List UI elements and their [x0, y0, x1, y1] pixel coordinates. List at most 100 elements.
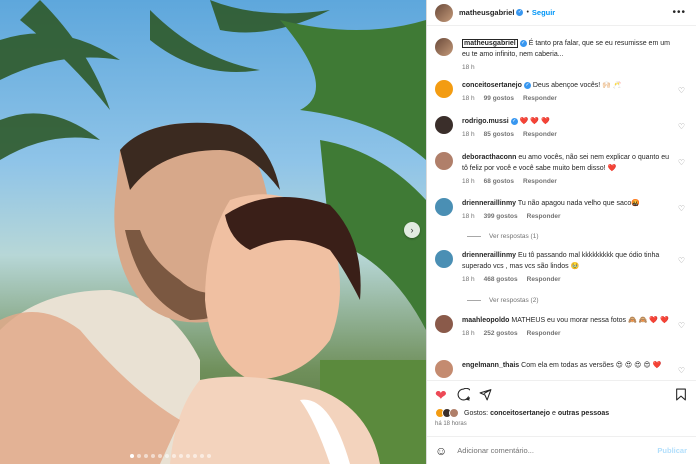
comment-likes[interactable]: 99 gostos	[484, 95, 514, 102]
comment-username[interactable]: rodrigo.mussi	[462, 118, 509, 125]
reply-button[interactable]: Responder	[527, 276, 561, 283]
likers-avatars	[435, 408, 459, 418]
comment-item: drienneraillinmy Tu não apagou nada velh…	[435, 198, 689, 220]
bookmark-icon[interactable]	[675, 388, 687, 403]
caption-time: 18 h	[462, 64, 475, 71]
verified-badge-icon: ✓	[510, 117, 518, 125]
likes-first-user[interactable]: conceitosertanejo	[490, 410, 550, 417]
caption: matheusgabriel ✓ É tanto pra falar, que s…	[435, 38, 689, 71]
comment-text: Tu não apagou nada velho que saco🤬	[517, 200, 641, 207]
comment-time: 18 h	[462, 131, 475, 138]
comment-username[interactable]: conceitosertanejo	[462, 82, 522, 89]
like-comment-heart-icon[interactable]: ♡	[678, 204, 685, 213]
like-comment-heart-icon[interactable]: ♡	[678, 321, 685, 330]
next-slide-button[interactable]: ›	[404, 222, 420, 238]
comment-text: ❤️ ❤️ ❤️	[519, 118, 550, 125]
divider	[467, 300, 481, 301]
author-username[interactable]: matheusgabriel	[459, 8, 514, 17]
publish-button[interactable]: Publicar	[657, 446, 687, 455]
carousel-dot	[158, 454, 162, 458]
view-replies-label[interactable]: Ver respostas (2)	[489, 297, 539, 304]
carousel-dot	[186, 454, 190, 458]
like-comment-heart-icon[interactable]: ♡	[678, 158, 685, 167]
like-comment-heart-icon[interactable]: ♡	[678, 86, 685, 95]
like-comment-heart-icon[interactable]: ♡	[678, 256, 685, 265]
carousel-dot	[130, 454, 134, 458]
share-icon[interactable]	[479, 388, 492, 403]
like-comment-heart-icon[interactable]: ♡	[678, 122, 685, 131]
comment-likes[interactable]: 68 gostos	[484, 178, 514, 185]
reply-button[interactable]: Responder	[527, 330, 561, 337]
comment-text: MATHEUS eu vou morar nessa fotos 🙈 🙈 ❤️ …	[511, 317, 669, 324]
comment-time: 18 h	[462, 178, 475, 185]
verified-badge-icon: ✓	[516, 9, 524, 16]
comment-item: deboracthaconn eu amo vocês, não sei nem…	[435, 152, 689, 185]
comment-username[interactable]: drienneraillinmy	[462, 200, 516, 207]
author-avatar[interactable]	[435, 3, 453, 22]
comment-username[interactable]: engelmann_thais	[462, 362, 519, 369]
comment-username[interactable]: maahleopoldo	[462, 317, 509, 324]
comment-time: 18 h	[462, 213, 475, 220]
like-comment-heart-icon[interactable]: ♡	[678, 366, 685, 375]
divider	[467, 236, 481, 237]
comment-likes[interactable]: 399 gostos	[484, 213, 518, 220]
reply-button[interactable]: Responder	[523, 131, 557, 138]
carousel-dot	[207, 454, 211, 458]
commenter-avatar[interactable]	[435, 250, 453, 268]
verified-badge-icon: ✓	[523, 81, 531, 89]
comment-item: engelmann_thais Com ela em todas as vers…	[435, 360, 689, 378]
follow-button[interactable]: Seguir	[532, 8, 555, 17]
likes-others-link[interactable]: outras pessoas	[558, 410, 609, 417]
post-time: há 18 horas	[435, 421, 467, 427]
commenter-avatar[interactable]	[435, 152, 453, 170]
heart-filled-icon[interactable]: ❤	[435, 388, 447, 402]
post-side-panel: matheusgabriel ✓ • Seguir ••• matheusgab…	[426, 0, 696, 464]
comment-composer: ☺ Adicionar comentário... Publicar	[427, 436, 696, 464]
post-actions-bar: ❤	[427, 380, 696, 410]
separator: •	[526, 9, 529, 16]
comment-likes[interactable]: 85 gostos	[484, 131, 514, 138]
commenter-avatar[interactable]	[435, 80, 453, 98]
commenter-avatar[interactable]	[435, 198, 453, 216]
comment-item: rodrigo.mussi ✓ ❤️ ❤️ ❤️ 18 h 85 gostos Res…	[435, 116, 689, 138]
comment-input[interactable]: Adicionar comentário...	[457, 446, 534, 455]
comment-text: Deus abençoe vocês! 🙌🏻 🥂	[532, 82, 622, 89]
post-photo[interactable]: ›	[0, 0, 426, 464]
view-replies-button[interactable]: Ver respostas (1)	[467, 233, 539, 240]
carousel-dot	[144, 454, 148, 458]
carousel-indicator	[130, 454, 211, 458]
comment-likes[interactable]: 468 gostos	[484, 276, 518, 283]
author-avatar[interactable]	[435, 38, 453, 56]
reply-button[interactable]: Responder	[527, 213, 561, 220]
comment-item: conceitosertanejo ✓ Deus abençoe vocês! 🙌…	[435, 80, 689, 102]
view-replies-label[interactable]: Ver respostas (1)	[489, 233, 539, 240]
likes-summary: Gostos: conceitosertanejo e outras pesso…	[435, 408, 609, 418]
reply-button[interactable]: Responder	[523, 95, 557, 102]
carousel-dot	[193, 454, 197, 458]
avatar	[449, 408, 459, 418]
view-replies-button[interactable]: Ver respostas (2)	[467, 297, 539, 304]
carousel-dot	[165, 454, 169, 458]
commenter-avatar[interactable]	[435, 116, 453, 134]
carousel-dot	[151, 454, 155, 458]
comments-list[interactable]: matheusgabriel ✓ É tanto pra falar, que s…	[427, 30, 696, 378]
emoji-icon[interactable]: ☺	[435, 444, 447, 458]
comment-username[interactable]: drienneraillinmy	[462, 252, 516, 259]
post-header: matheusgabriel ✓ • Seguir •••	[427, 0, 696, 26]
commenter-avatar[interactable]	[435, 360, 453, 378]
likes-joiner: e	[551, 409, 556, 417]
comment-time: 18 h	[462, 95, 475, 102]
caption-username[interactable]: matheusgabriel	[462, 39, 518, 48]
comment-username[interactable]: deboracthaconn	[462, 154, 516, 161]
verified-badge-icon: ✓	[519, 39, 527, 47]
comment-item: drienneraillinmy Eu tô passando mal kkkk…	[435, 250, 689, 283]
more-options-icon[interactable]: •••	[672, 7, 686, 18]
likes-prefix: Gostos:	[464, 409, 489, 417]
commenter-avatar[interactable]	[435, 315, 453, 333]
comment-item: maahleopoldo MATHEUS eu vou morar nessa …	[435, 315, 689, 337]
comment-icon[interactable]	[457, 387, 473, 403]
comment-likes[interactable]: 252 gostos	[484, 330, 518, 337]
reply-button[interactable]: Responder	[523, 178, 557, 185]
chevron-right-icon: ›	[410, 225, 414, 235]
comment-text: Com ela em todas as versões 😍 😍 😍 😍 ❤️	[521, 362, 662, 369]
